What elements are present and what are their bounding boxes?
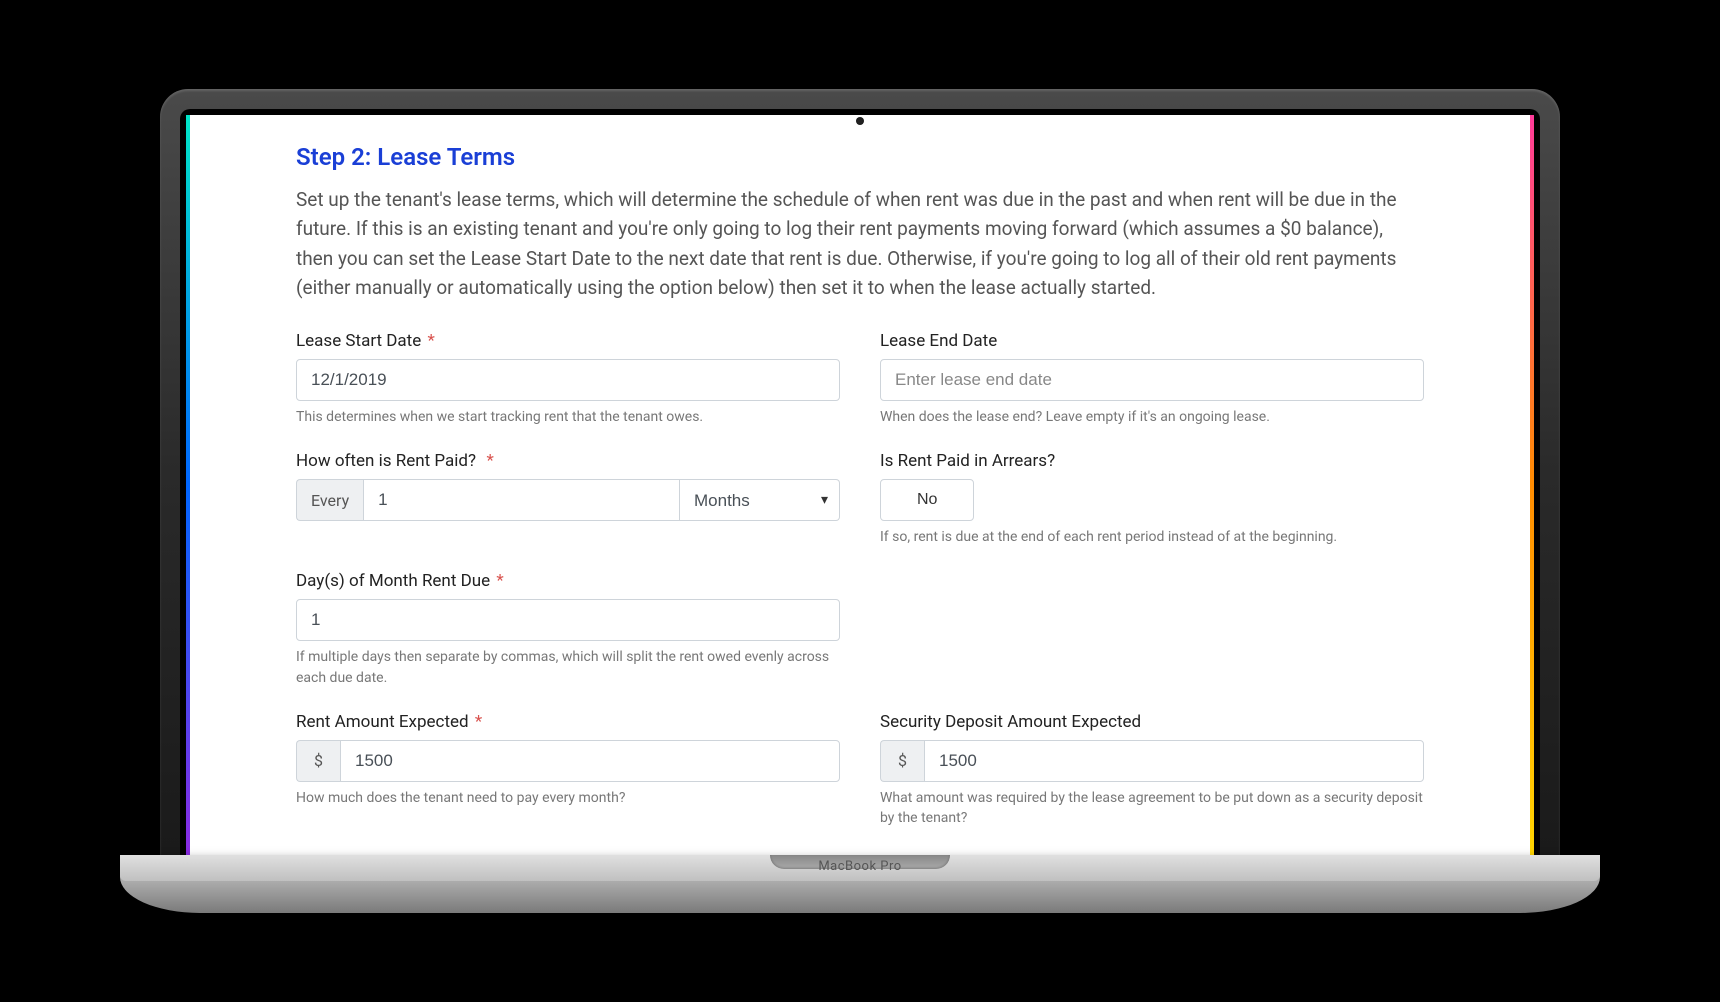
field-frequency: How often is Rent Paid? * Every Months — [296, 451, 840, 521]
deposit-amount-label: Security Deposit Amount Expected — [880, 712, 1424, 732]
rent-amount-label: Rent Amount Expected * — [296, 712, 840, 732]
label-text: Lease Start Date — [296, 331, 421, 351]
field-deposit-amount: Security Deposit Amount Expected $ What … — [880, 712, 1424, 829]
screen-bezel: Step 2: Lease Terms Set up the tenant's … — [180, 109, 1540, 855]
row-amounts: Rent Amount Expected * $ How much does t… — [296, 712, 1424, 829]
frequency-input-group: Every Months — [296, 479, 840, 521]
label-text: How often is Rent Paid? — [296, 451, 476, 471]
laptop-base: MacBook Pro — [120, 855, 1600, 913]
laptop-lid: Step 2: Lease Terms Set up the tenant's … — [160, 89, 1560, 855]
screen: Step 2: Lease Terms Set up the tenant's … — [186, 115, 1534, 855]
frequency-interval-input[interactable] — [363, 479, 680, 521]
field-rent-amount: Rent Amount Expected * $ How much does t… — [296, 712, 840, 808]
lease-start-help: This determines when we start tracking r… — [296, 407, 840, 427]
lease-start-input[interactable] — [296, 359, 840, 401]
field-arrears: Is Rent Paid in Arrears? No If so, rent … — [880, 451, 1424, 547]
required-marker: * — [427, 331, 434, 351]
arrears-toggle[interactable]: No — [880, 479, 974, 521]
device-label: MacBook Pro — [818, 859, 901, 874]
due-days-help: If multiple days then separate by commas… — [296, 647, 840, 688]
row-frequency-arrears: How often is Rent Paid? * Every Months — [296, 451, 1424, 547]
decorative-edge-right — [1530, 115, 1534, 855]
lease-end-label: Lease End Date — [880, 331, 1424, 351]
rent-amount-group: $ — [296, 740, 840, 782]
due-days-label: Day(s) of Month Rent Due * — [296, 571, 840, 591]
deposit-amount-input[interactable] — [924, 740, 1424, 782]
lease-start-label: Lease Start Date * — [296, 331, 840, 351]
deposit-amount-help: What amount was required by the lease ag… — [880, 788, 1424, 829]
frequency-unit-select[interactable]: Months — [680, 479, 840, 521]
rent-amount-input[interactable] — [340, 740, 840, 782]
frequency-unit-wrap: Months — [680, 479, 840, 521]
field-due-days: Day(s) of Month Rent Due * If multiple d… — [296, 571, 840, 688]
decorative-edge-left — [186, 115, 190, 855]
currency-symbol: $ — [296, 740, 340, 782]
deposit-amount-group: $ — [880, 740, 1424, 782]
row-due-days: Day(s) of Month Rent Due * If multiple d… — [296, 571, 1424, 688]
arrears-label: Is Rent Paid in Arrears? — [880, 451, 1424, 471]
row-lease-dates: Lease Start Date * This determines when … — [296, 331, 1424, 427]
frequency-label: How often is Rent Paid? * — [296, 451, 840, 471]
field-lease-start: Lease Start Date * This determines when … — [296, 331, 840, 427]
currency-symbol: $ — [880, 740, 924, 782]
camera-icon — [856, 117, 864, 125]
label-text: Day(s) of Month Rent Due — [296, 571, 490, 591]
step-description: Set up the tenant's lease terms, which w… — [296, 185, 1424, 303]
field-lease-end: Lease End Date When does the lease end? … — [880, 331, 1424, 427]
arrears-help: If so, rent is due at the end of each re… — [880, 527, 1424, 547]
label-text: Rent Amount Expected — [296, 712, 469, 732]
required-marker: * — [496, 571, 503, 591]
required-marker: * — [486, 451, 493, 471]
rent-amount-help: How much does the tenant need to pay eve… — [296, 788, 840, 808]
form-content: Step 2: Lease Terms Set up the tenant's … — [186, 115, 1534, 855]
required-marker: * — [475, 712, 482, 732]
lease-end-input[interactable] — [880, 359, 1424, 401]
due-days-input[interactable] — [296, 599, 840, 641]
step-title: Step 2: Lease Terms — [296, 143, 1424, 171]
frequency-prefix: Every — [296, 479, 363, 521]
lease-end-help: When does the lease end? Leave empty if … — [880, 407, 1424, 427]
laptop-device-frame: Step 2: Lease Terms Set up the tenant's … — [160, 89, 1560, 913]
